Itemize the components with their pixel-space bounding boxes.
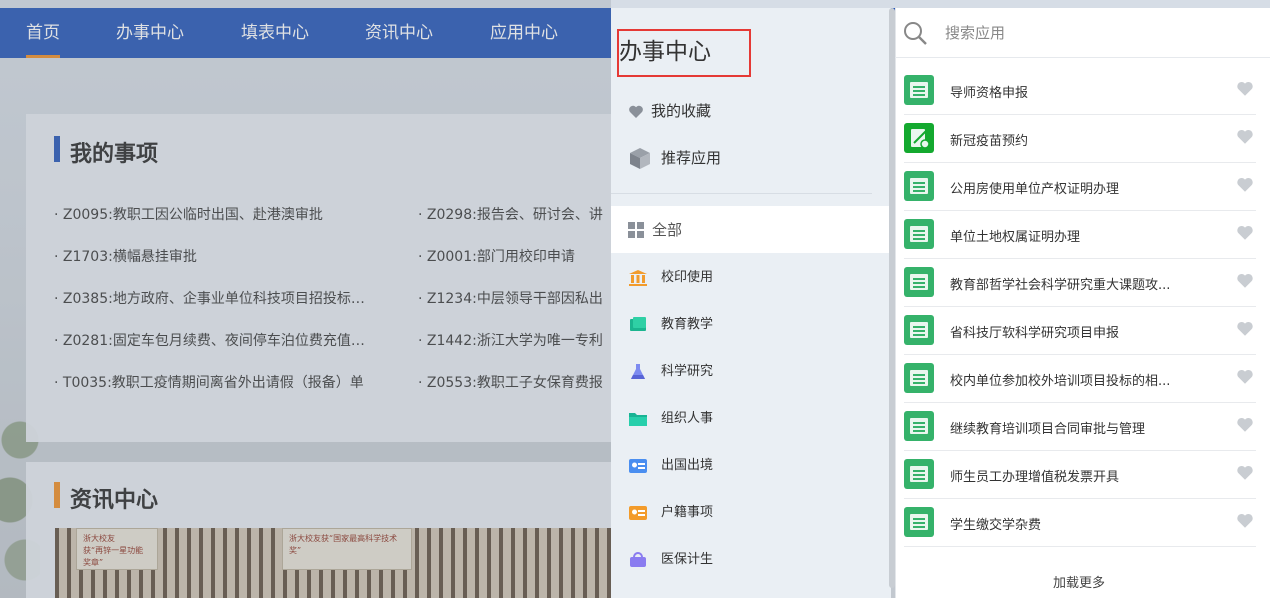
category-label: 教育教学: [661, 317, 714, 332]
my-item-link[interactable]: · Z0281:固定车包月续费、夜间停车泊位费充值…: [54, 330, 365, 350]
app-item[interactable]: 导师资格申报: [904, 67, 1256, 115]
category-panel: [611, 8, 891, 598]
vaccine-icon: [904, 123, 934, 153]
my-items-card: 我的事项 · Z0095:教职工因公临时出国、赴港澳审批 · Z1703:横幅悬…: [26, 114, 626, 442]
form-icon: [904, 219, 934, 249]
form-icon: [904, 459, 934, 489]
nav-form-center[interactable]: 填表中心: [241, 8, 309, 58]
household-icon: [628, 504, 648, 522]
section-bar: [54, 482, 60, 508]
folder-icon: [628, 410, 648, 428]
category-label: 户籍事项: [661, 505, 714, 520]
seal-icon: [628, 269, 648, 287]
app-name: 省科技厅软科学研究项目申报: [950, 326, 1120, 341]
app-name: 学生缴交学杂费: [950, 518, 1042, 533]
id-card-icon: [628, 457, 648, 475]
category-label: 医保计生: [661, 552, 714, 567]
my-item-link[interactable]: · Z0385:地方政府、企事业单位科技项目招投标…: [54, 288, 365, 308]
news-caption: 浙大校友获“国家最高科学技术奖”: [282, 528, 412, 570]
my-item-link[interactable]: · Z0001:部门用校印申请: [418, 246, 575, 266]
my-item-link[interactable]: · Z0553:教职工子女保育费报: [418, 372, 603, 392]
app-name: 继续教育培训项目合同审批与管理: [950, 422, 1146, 437]
favorite-heart-icon[interactable]: [1236, 464, 1254, 482]
nav-app-center[interactable]: 应用中心: [490, 8, 558, 58]
app-name: 新冠疫苗预约: [950, 134, 1029, 149]
category-all-label: 全部: [652, 221, 683, 239]
load-more-button[interactable]: 加载更多: [1053, 572, 1105, 591]
favorite-heart-icon[interactable]: [1236, 128, 1254, 146]
my-item-link[interactable]: · Z1703:横幅悬挂审批: [54, 246, 197, 266]
my-item-link[interactable]: · T0035:教职工疫情期间离省外出请假（报备）单: [54, 372, 364, 392]
form-icon: [904, 507, 934, 537]
news-title: 资讯中心: [70, 488, 159, 513]
favorite-heart-icon[interactable]: [1236, 320, 1254, 338]
app-item[interactable]: 省科技厅软科学研究项目申报: [904, 307, 1256, 355]
app-name: 公用房使用单位产权证明办理: [950, 182, 1120, 197]
app-item[interactable]: 继续教育培训项目合同审批与管理: [904, 403, 1256, 451]
form-icon: [904, 315, 934, 345]
favorite-heart-icon[interactable]: [1236, 512, 1254, 530]
my-item-link[interactable]: · Z0095:教职工因公临时出国、赴港澳审批: [54, 204, 323, 224]
form-icon: [904, 411, 934, 441]
app-name: 单位土地权属证明办理: [950, 230, 1081, 245]
drawer-title: 办事中心: [619, 39, 711, 65]
my-items-title: 我的事项: [70, 142, 159, 167]
category-label: 组织人事: [661, 411, 714, 426]
news-caption: 浙大校友 获“再锌一星功能奖章”: [76, 528, 158, 570]
favorite-heart-icon[interactable]: [1236, 416, 1254, 434]
my-item-link[interactable]: · Z1234:中层领导干部因私出: [418, 288, 603, 308]
form-icon: [904, 75, 934, 105]
app-name: 师生员工办理增值税发票开具: [950, 470, 1120, 485]
search-input[interactable]: 搜索应用: [945, 22, 1005, 43]
news-caption-line: 浙大校友获“国家最高科学技术奖”: [289, 534, 398, 555]
book-icon: [628, 316, 648, 334]
flask-icon: [628, 363, 648, 381]
app-item[interactable]: 新冠疫苗预约: [904, 115, 1256, 163]
nav-home[interactable]: 首页: [26, 8, 60, 58]
heart-icon: [628, 103, 644, 119]
favorite-heart-icon[interactable]: [1236, 80, 1254, 98]
favorite-heart-icon[interactable]: [1236, 272, 1254, 290]
app-item[interactable]: 单位土地权属证明办理: [904, 211, 1256, 259]
category-label: 出国出境: [661, 458, 714, 473]
app-name: 校内单位参加校外培训项目投标的相...: [950, 374, 1171, 389]
search-icon[interactable]: [903, 21, 927, 45]
app-item[interactable]: 师生员工办理增值税发票开具: [904, 451, 1256, 499]
grid-icon: [628, 221, 648, 239]
news-caption-line: 浙大校友: [83, 534, 115, 543]
app-name: 教育部哲学社会科学研究重大课题攻...: [950, 278, 1171, 293]
favorites-label: 我的收藏: [651, 102, 712, 120]
favorite-heart-icon[interactable]: [1236, 368, 1254, 386]
my-item-link[interactable]: · Z0298:报告会、研讨会、讲: [418, 204, 603, 224]
app-name: 导师资格申报: [950, 86, 1029, 101]
app-item[interactable]: 学生缴交学杂费: [904, 499, 1256, 547]
nav-news-center[interactable]: 资讯中心: [365, 8, 433, 58]
recommended-label: 推荐应用: [661, 149, 722, 167]
app-item[interactable]: 公用房使用单位产权证明办理: [904, 163, 1256, 211]
favorite-heart-icon[interactable]: [1236, 176, 1254, 194]
category-label: 校印使用: [661, 270, 714, 285]
app-item[interactable]: 校内单位参加校外培训项目投标的相...: [904, 355, 1256, 403]
form-icon: [904, 363, 934, 393]
cube-icon: [628, 146, 652, 170]
basket-icon: [628, 551, 648, 569]
news-caption-line: 获“再锌一星功能奖章”: [83, 546, 144, 567]
form-icon: [904, 171, 934, 201]
section-bar: [54, 136, 60, 162]
divider: [611, 193, 872, 194]
nav-service-center[interactable]: 办事中心: [116, 8, 184, 58]
app-item[interactable]: 教育部哲学社会科学研究重大课题攻...: [904, 259, 1256, 307]
category-label: 科学研究: [661, 364, 714, 379]
my-item-link[interactable]: · Z1442:浙江大学为唯一专利: [418, 330, 603, 350]
form-icon: [904, 267, 934, 297]
favorite-heart-icon[interactable]: [1236, 224, 1254, 242]
